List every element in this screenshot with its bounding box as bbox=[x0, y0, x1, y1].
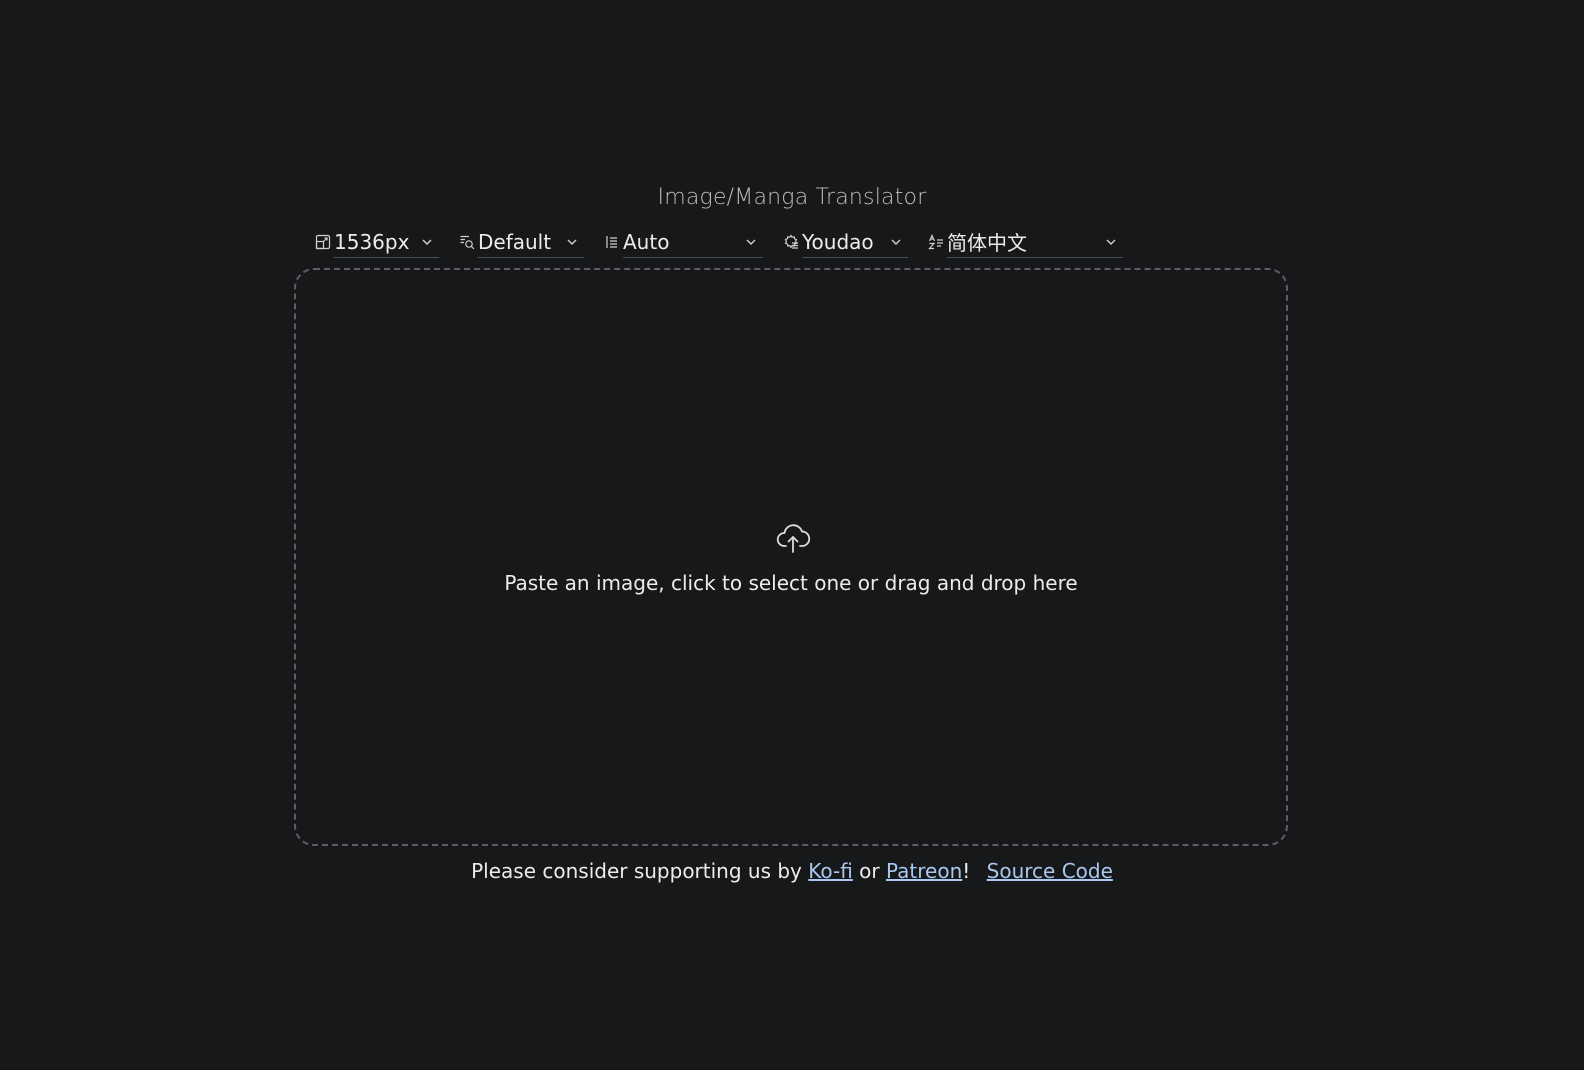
detector-select[interactable]: Default bbox=[478, 227, 584, 258]
chevron-down-icon bbox=[567, 239, 577, 245]
options-toolbar: 1536px Default Auto Youdao 简体中文 bbox=[315, 226, 1143, 258]
page-title: Image/Manga Translator bbox=[657, 185, 927, 210]
app-root: Image/Manga Translator 1536px Default Au… bbox=[0, 0, 1584, 1070]
support-text: Please consider supporting us by bbox=[471, 859, 802, 883]
chevron-down-icon bbox=[891, 239, 901, 245]
language-icon bbox=[928, 234, 944, 250]
chevron-down-icon bbox=[746, 239, 756, 245]
patreon-link[interactable]: Patreon bbox=[886, 859, 962, 883]
detector-select-value: Default bbox=[478, 229, 552, 254]
direction-select[interactable]: Auto bbox=[623, 227, 763, 258]
direction-select-group: Auto bbox=[604, 227, 763, 258]
detector-select-group: Default bbox=[459, 227, 584, 258]
translator-select-value: Youdao bbox=[802, 229, 874, 254]
language-select[interactable]: 简体中文 bbox=[947, 227, 1123, 258]
size-select-value: 1536px bbox=[334, 229, 410, 254]
language-select-group: 简体中文 bbox=[928, 227, 1123, 258]
gear-icon bbox=[783, 234, 799, 250]
source-code-link[interactable]: Source Code bbox=[987, 859, 1113, 883]
size-select[interactable]: 1536px bbox=[334, 227, 439, 258]
support-footer: Please consider supporting us by Ko-fi o… bbox=[0, 859, 1584, 883]
direction-select-value: Auto bbox=[623, 229, 670, 254]
language-select-value: 简体中文 bbox=[947, 231, 1027, 255]
dropzone-instructions: Paste an image, click to select one or d… bbox=[504, 571, 1078, 595]
kofi-link[interactable]: Ko-fi bbox=[808, 859, 853, 883]
detect-icon bbox=[459, 234, 475, 250]
size-select-group: 1536px bbox=[315, 227, 439, 258]
or-text: or bbox=[859, 859, 880, 883]
chevron-down-icon bbox=[1106, 239, 1116, 245]
cloud-upload-icon bbox=[776, 524, 811, 553]
chevron-down-icon bbox=[422, 239, 432, 245]
translator-select[interactable]: Youdao bbox=[802, 227, 908, 258]
text-direction-icon bbox=[604, 234, 620, 250]
translator-select-group: Youdao bbox=[783, 227, 908, 258]
image-dropzone[interactable]: Paste an image, click to select one or d… bbox=[294, 268, 1288, 846]
exclaim-text: ! bbox=[962, 859, 971, 883]
resize-icon bbox=[315, 234, 331, 250]
